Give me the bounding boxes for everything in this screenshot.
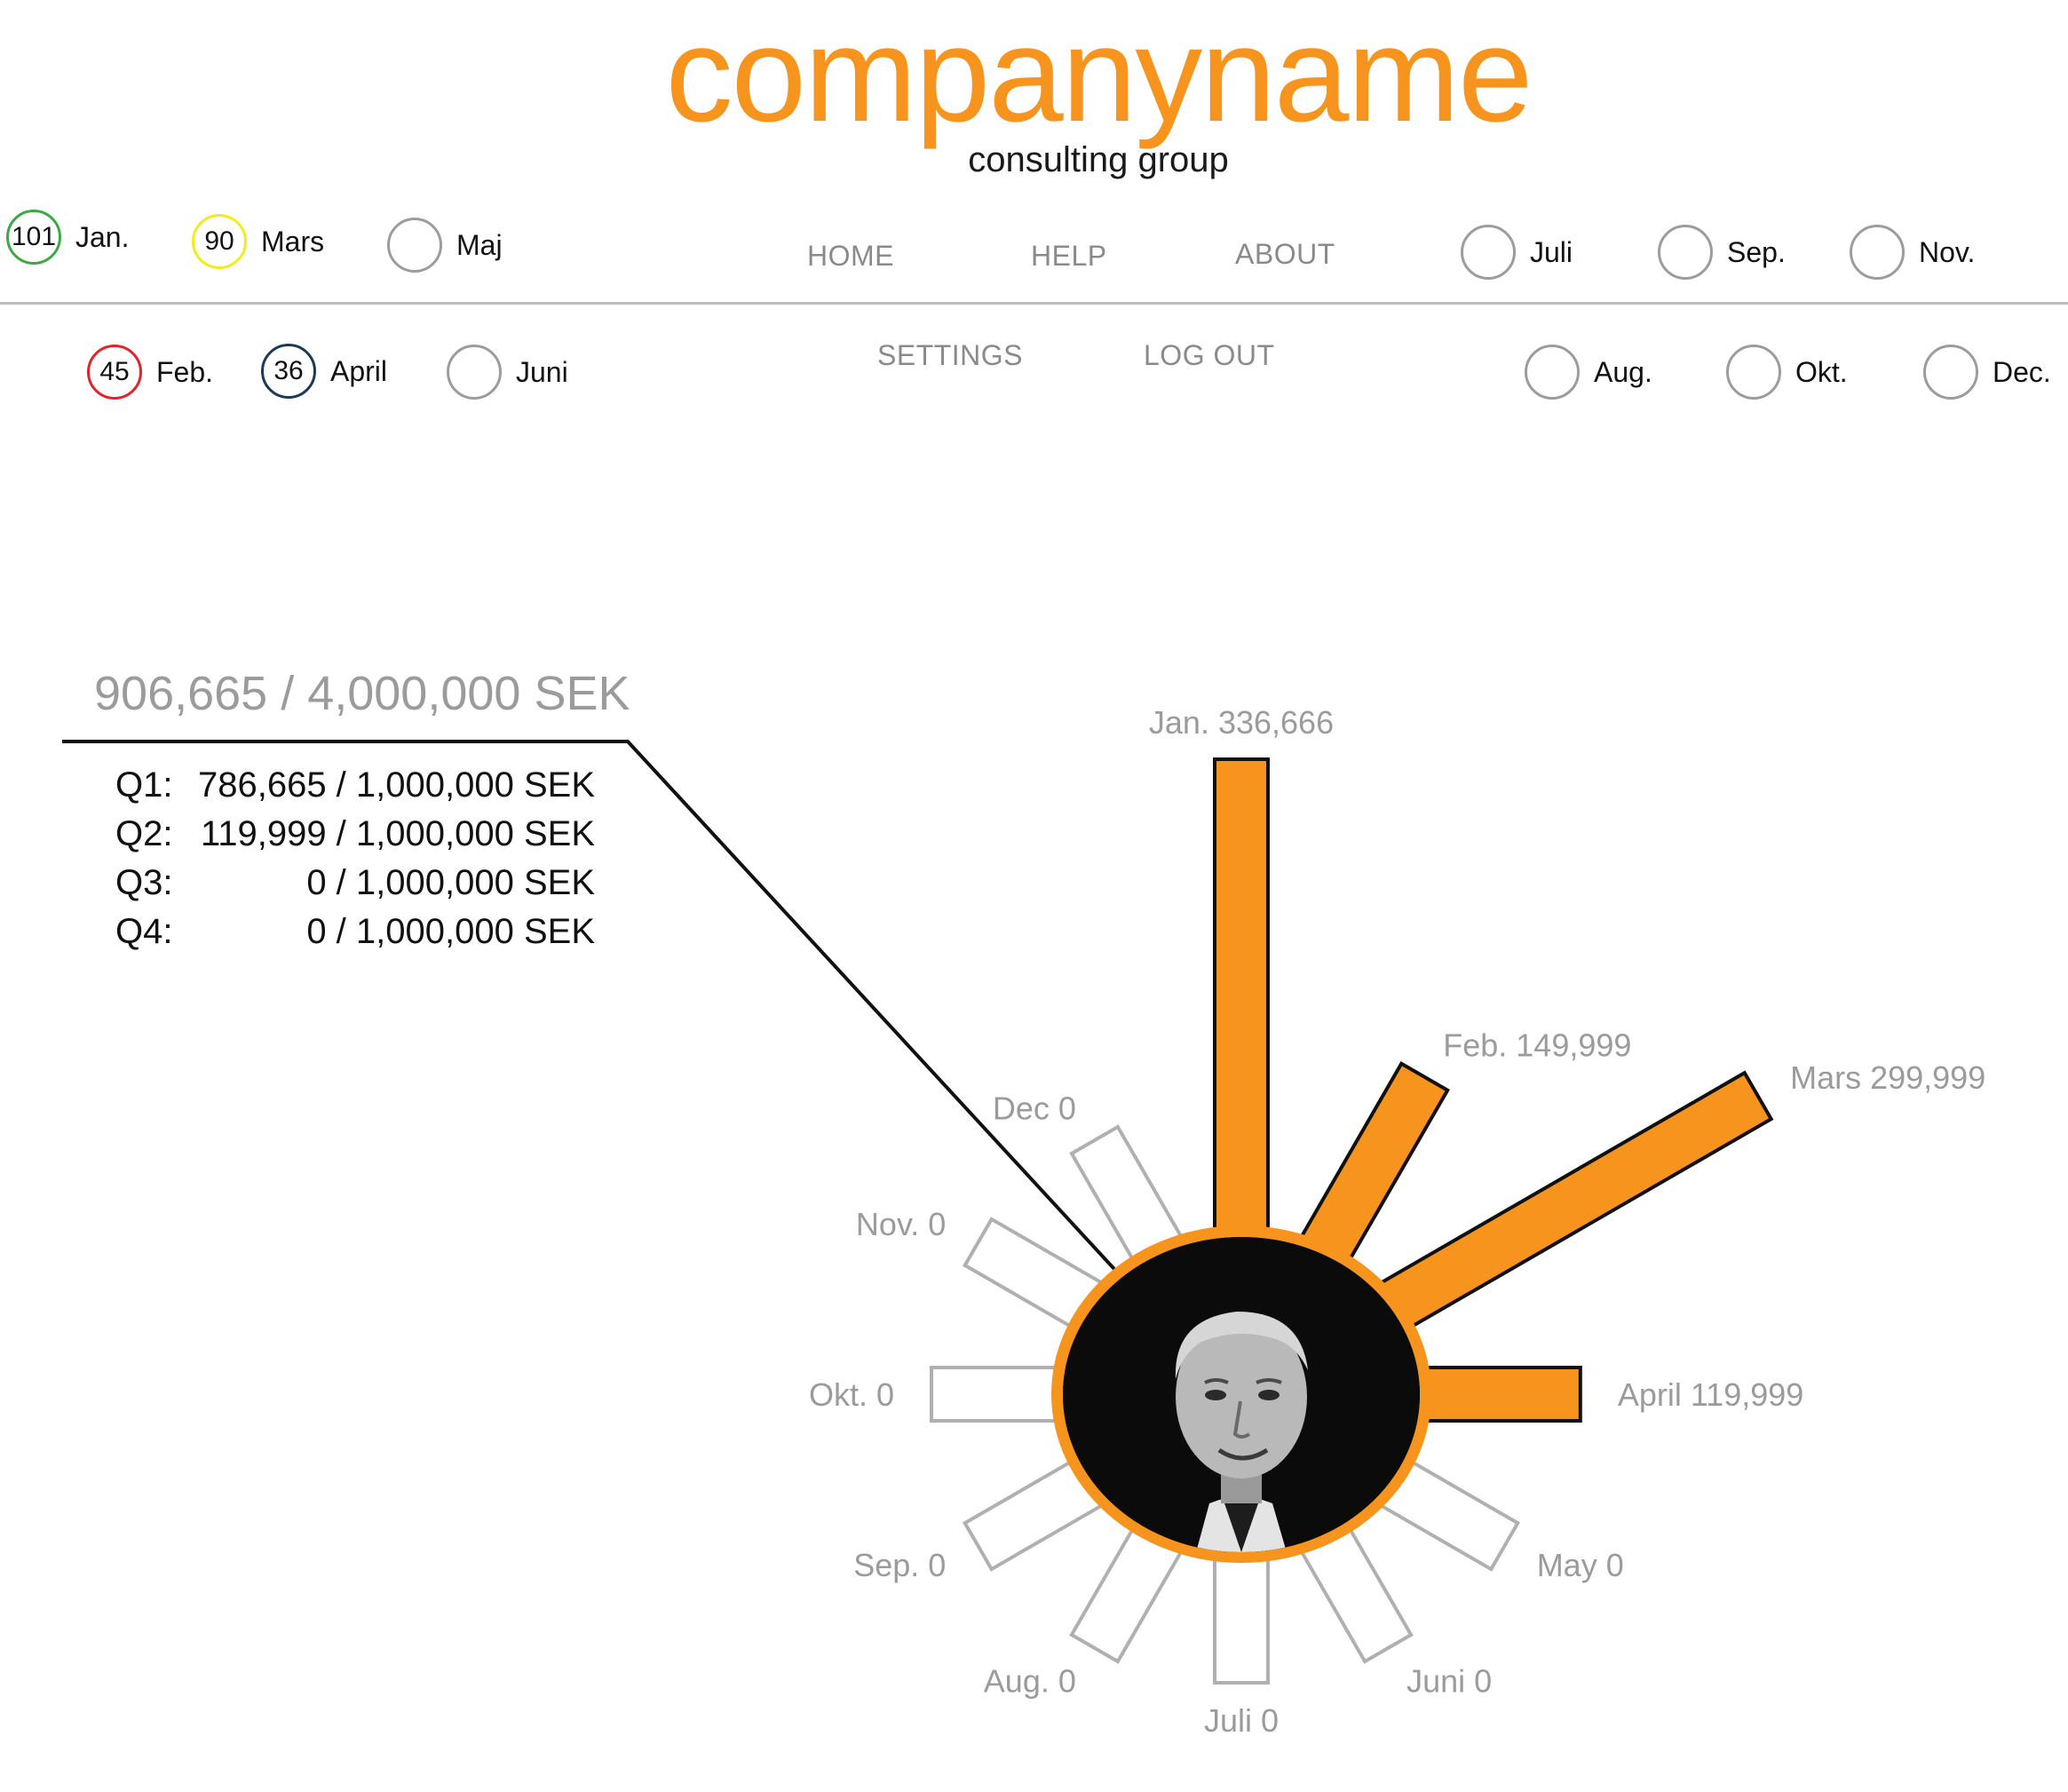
- radial-sales-chart: Jan. 336,666 Feb. 149,999 Mars 299,999 Apri…: [62, 704, 1985, 1739]
- bar-label-sep: Sep. 0: [853, 1547, 946, 1583]
- chart-bars: [930, 757, 1774, 1685]
- bar-label-juni: Juni 0: [1406, 1662, 1492, 1699]
- bar-label-dec: Dec 0: [993, 1090, 1076, 1127]
- bar-label-juli: Juli 0: [1204, 1702, 1279, 1739]
- person-portrait-icon: [1063, 1237, 1420, 1552]
- bar-label-nov: Nov. 0: [856, 1206, 946, 1242]
- bar-label-mars: Mars 299,999: [1790, 1059, 1985, 1096]
- bar-label-may: May 0: [1537, 1547, 1624, 1583]
- bar-label-april: April 119,999: [1618, 1376, 1803, 1413]
- bar-jan[interactable]: [1213, 757, 1270, 1254]
- bar-label-feb: Feb. 149,999: [1443, 1027, 1631, 1063]
- chart-labels: Jan. 336,666 Feb. 149,999 Mars 299,999 Apri…: [809, 704, 1985, 1739]
- bar-label-aug: Aug. 0: [984, 1662, 1076, 1699]
- bar-label-jan: Jan. 336,666: [1149, 704, 1334, 741]
- profile-avatar[interactable]: [1063, 1237, 1420, 1552]
- bar-label-okt: Okt. 0: [809, 1376, 894, 1413]
- summary-connector-line: [62, 740, 1125, 1281]
